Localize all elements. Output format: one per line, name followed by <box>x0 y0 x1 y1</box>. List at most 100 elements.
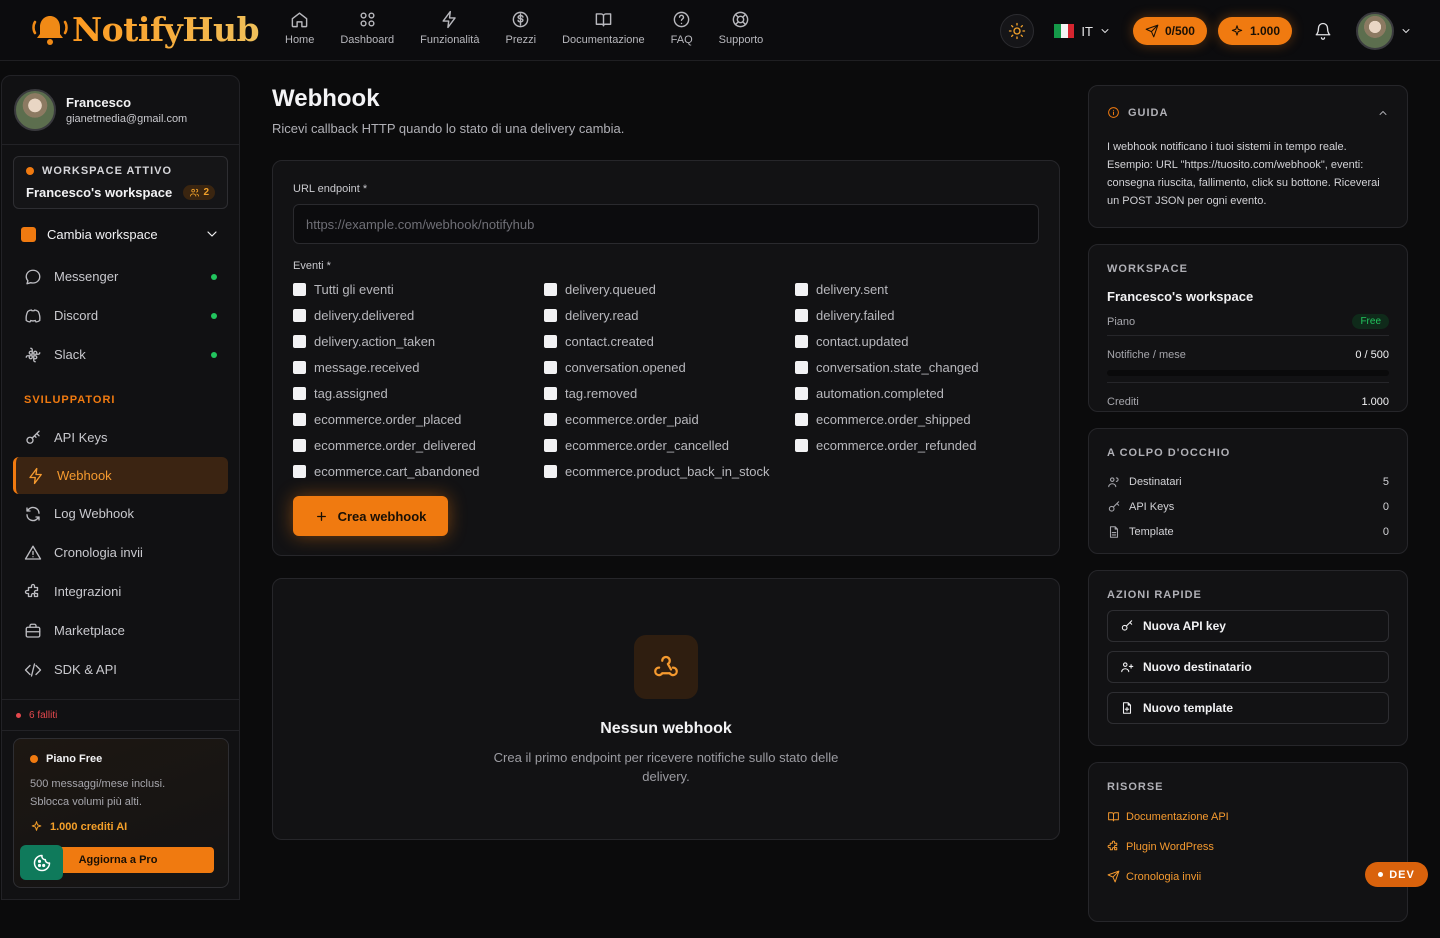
url-endpoint-input[interactable] <box>293 204 1039 244</box>
language-selector[interactable]: IT <box>1054 24 1111 39</box>
new-recipient-button[interactable]: Nuovo destinatario <box>1107 651 1389 683</box>
nav-home[interactable]: Home <box>272 10 327 46</box>
event-checkbox[interactable] <box>795 360 808 374</box>
notifications-quota-badge[interactable]: 0/500 <box>1132 17 1207 45</box>
event-option[interactable]: ecommerce.order_refunded <box>795 436 1046 454</box>
sidebar-item-marketplace[interactable]: Marketplace <box>2 611 239 650</box>
event-checkbox[interactable] <box>795 438 808 452</box>
event-option[interactable]: tag.assigned <box>293 384 544 402</box>
sidebar-item-slack[interactable]: Slack <box>2 335 239 374</box>
theme-toggle-button[interactable] <box>1000 14 1035 48</box>
logo[interactable]: NotifyHub <box>30 10 260 49</box>
event-checkbox[interactable] <box>544 438 557 452</box>
event-checkbox[interactable] <box>293 464 306 478</box>
event-checkbox[interactable] <box>544 412 557 426</box>
notifications-button[interactable] <box>1314 22 1332 40</box>
event-option[interactable]: ecommerce.order_delivered <box>293 436 544 454</box>
event-option[interactable]: delivery.read <box>544 306 795 324</box>
new-template-button[interactable]: Nuovo template <box>1107 692 1389 724</box>
guide-header[interactable]: GUIDA <box>1107 106 1389 119</box>
event-checkbox[interactable] <box>795 334 808 348</box>
user-name: Francesco <box>66 95 132 110</box>
user-menu[interactable] <box>1356 12 1412 50</box>
event-checkbox[interactable] <box>544 334 557 348</box>
event-checkbox[interactable] <box>795 308 808 322</box>
event-checkbox[interactable] <box>544 464 557 478</box>
event-checkbox[interactable] <box>293 386 306 400</box>
event-checkbox[interactable] <box>795 386 808 400</box>
event-option[interactable]: delivery.delivered <box>293 306 544 324</box>
event-checkbox[interactable] <box>544 360 557 374</box>
event-option[interactable]: contact.created <box>544 332 795 350</box>
event-checkbox[interactable] <box>795 282 808 296</box>
resource-wordpress-plugin-link[interactable]: Plugin WordPress <box>1107 840 1389 853</box>
nav-features[interactable]: Funzionalità <box>407 10 492 46</box>
ai-credits-text: 1.000 crediti AI <box>50 820 128 833</box>
event-checkbox[interactable] <box>293 282 306 296</box>
create-webhook-button[interactable]: Crea webhook <box>293 496 448 536</box>
new-api-key-button[interactable]: Nuova API key <box>1107 610 1389 642</box>
event-checkbox[interactable] <box>544 308 557 322</box>
event-option[interactable]: message.received <box>293 358 544 376</box>
nav-faq[interactable]: FAQ <box>658 10 706 46</box>
resource-label: Documentazione API <box>1126 810 1229 823</box>
event-option[interactable]: conversation.opened <box>544 358 795 376</box>
credits-badge[interactable]: 1.000 <box>1217 17 1292 45</box>
page-title: Webhook <box>272 85 380 112</box>
event-checkbox[interactable] <box>293 360 306 374</box>
sidebar-item-send-history[interactable]: Cronologia invii <box>2 533 239 572</box>
glance-templates[interactable]: Template 0 <box>1107 519 1389 544</box>
event-option[interactable]: delivery.queued <box>544 280 795 298</box>
event-option[interactable]: Tutti gli eventi <box>293 280 544 298</box>
event-option[interactable]: ecommerce.order_paid <box>544 410 795 428</box>
glance-label: Destinatari <box>1129 475 1182 488</box>
sidebar-item-api-keys[interactable]: API Keys <box>2 418 239 457</box>
avatar <box>1356 12 1394 50</box>
event-checkbox[interactable] <box>795 412 808 426</box>
resource-send-history-link[interactable]: Cronologia invii <box>1107 870 1389 883</box>
event-checkbox[interactable] <box>293 438 306 452</box>
nav-pricing[interactable]: Prezzi <box>493 10 550 46</box>
event-option[interactable]: ecommerce.product_back_in_stock <box>544 462 795 480</box>
event-checkbox[interactable] <box>544 386 557 400</box>
event-option[interactable]: automation.completed <box>795 384 1046 402</box>
plan-badge: Free <box>1352 314 1389 329</box>
event-option[interactable]: tag.removed <box>544 384 795 402</box>
cookie-settings-button[interactable] <box>20 845 63 880</box>
event-option[interactable]: ecommerce.order_shipped <box>795 410 1046 428</box>
connected-status-dot <box>211 273 217 280</box>
sidebar-item-messenger[interactable]: Messenger <box>2 257 239 296</box>
event-option[interactable]: delivery.failed <box>795 306 1046 324</box>
event-option[interactable]: conversation.state_changed <box>795 358 1046 376</box>
dev-environment-badge[interactable]: DEV <box>1365 862 1428 887</box>
nav-dashboard[interactable]: Dashboard <box>327 10 407 46</box>
switch-workspace-button[interactable]: Cambia workspace <box>13 223 228 245</box>
glance-recipients[interactable]: Destinatari 5 <box>1107 469 1389 494</box>
event-checkbox[interactable] <box>293 334 306 348</box>
glance-api-keys[interactable]: API Keys 0 <box>1107 494 1389 519</box>
members-count: 2 <box>203 187 209 198</box>
event-checkbox[interactable] <box>544 282 557 296</box>
event-option[interactable]: ecommerce.cart_abandoned <box>293 462 544 480</box>
workspace-color-icon <box>21 226 36 242</box>
sidebar-item-sdk-api[interactable]: SDK & API <box>2 650 239 689</box>
refresh-icon <box>26 506 40 521</box>
event-checkbox[interactable] <box>293 412 306 426</box>
resource-api-docs-link[interactable]: Documentazione API <box>1107 810 1389 823</box>
nav-docs[interactable]: Documentazione <box>549 10 658 46</box>
event-option[interactable]: delivery.action_taken <box>293 332 544 350</box>
event-option[interactable]: ecommerce.order_placed <box>293 410 544 428</box>
sidebar-item-webhook[interactable]: Webhook <box>13 457 228 494</box>
quick-actions-title: AZIONI RAPIDE <box>1107 589 1202 601</box>
failed-deliveries-indicator[interactable]: 6 falliti <box>2 699 239 731</box>
event-option[interactable]: contact.updated <box>795 332 1046 350</box>
sidebar-item-webhook-log[interactable]: Log Webhook <box>2 494 239 533</box>
event-checkbox[interactable] <box>293 308 306 322</box>
sidebar-item-discord[interactable]: Discord <box>2 296 239 335</box>
user-profile[interactable]: Francesco gianetmedia@gmail.com <box>2 76 239 145</box>
event-option[interactable]: delivery.sent <box>795 280 1046 298</box>
event-option[interactable]: ecommerce.order_cancelled <box>544 436 795 454</box>
sidebar-item-integrations[interactable]: Integrazioni <box>2 572 239 611</box>
active-workspace[interactable]: WORKSPACE ATTIVO Francesco's workspace 2 <box>13 156 228 209</box>
nav-support[interactable]: Supporto <box>706 10 777 46</box>
